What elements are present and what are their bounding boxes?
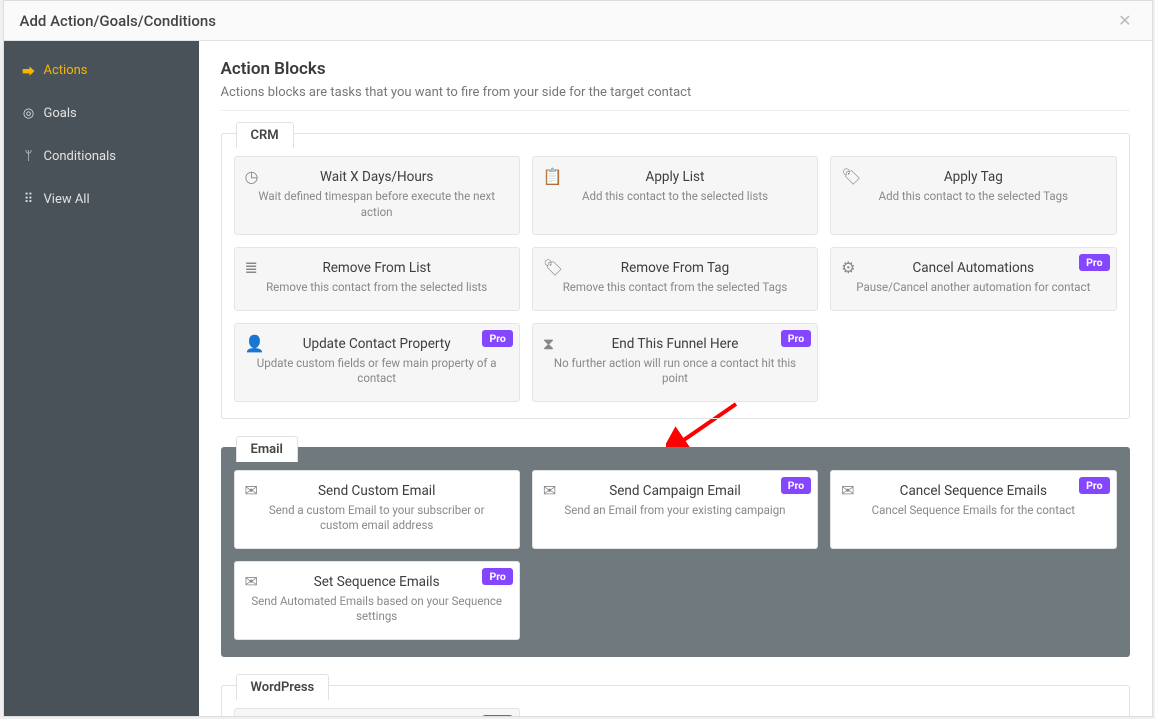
modal-add-action: Add Action/Goals/Conditions ✕ ⮕ Actions ◎ G…: [3, 0, 1153, 717]
card-title: End This Funnel Here: [547, 336, 803, 352]
card-title: Set Sequence Emails: [249, 574, 505, 590]
branch-icon: ᛘ: [22, 150, 36, 164]
group-wordpress: WordPressⓦProCreate WordPress UserCreate…: [221, 685, 1130, 716]
sidebar: ⮕ Actions ◎ Goals ᛘ Conditionals ⠿ View All: [4, 41, 199, 716]
cards-grid: ◷Wait X Days/Hours Wait defined timespan …: [234, 156, 1117, 402]
sidebar-item-label: View All: [44, 192, 90, 207]
card-desc: Pause/Cancel another automation for cont…: [845, 280, 1101, 296]
card-title: Cancel Sequence Emails: [845, 483, 1101, 499]
card-end-this-funnel-here[interactable]: ⧗ ProEnd This Funnel Here No further actio…: [532, 323, 818, 402]
page-subtitle: Actions blocks are tasks that you want t…: [221, 85, 1130, 100]
divider: [221, 110, 1130, 111]
clock-icon: ◷: [245, 167, 263, 185]
sidebar-item-conditionals[interactable]: ᛘ Conditionals: [4, 135, 199, 178]
arrow-in-icon: ⮕: [22, 64, 36, 78]
page-title: Action Blocks: [221, 59, 1130, 79]
pro-badge: Pro: [482, 568, 512, 585]
groups-container: CRM◷Wait X Days/HoursWait defined timesp…: [221, 133, 1130, 716]
sidebar-item-goals[interactable]: ◎ Goals: [4, 92, 199, 135]
card-title: Update Contact Property: [249, 336, 505, 352]
card-title: Apply Tag: [845, 169, 1101, 185]
pro-badge: Pro: [1079, 254, 1109, 271]
card-apply-list[interactable]: 📋Apply List Add this contact to the selec…: [532, 156, 818, 235]
sidebar-item-label: Conditionals: [44, 149, 117, 164]
card-desc: Remove this contact from the selected li…: [249, 280, 505, 296]
close-icon[interactable]: ✕: [1114, 11, 1135, 30]
card-desc: Send an Email from your existing campaig…: [547, 503, 803, 519]
group-email: Email✉Send Custom EmailSend a custom Ema…: [221, 447, 1130, 657]
card-remove-from-tag[interactable]: 🏷Remove From Tag Remove this contact from…: [532, 247, 818, 311]
card-send-campaign-email[interactable]: ✉ ProSend Campaign Email Send an Email fro…: [532, 470, 818, 549]
card-title: Cancel Automations: [845, 260, 1101, 276]
card-wait-x-days-hours[interactable]: ◷Wait X Days/Hours Wait defined timespan …: [234, 156, 520, 235]
card-cancel-sequence-emails[interactable]: ✉ ProCancel Sequence Emails Cancel Sequenc…: [830, 470, 1116, 549]
main-panel: Action Blocks Actions blocks are tasks t…: [199, 41, 1152, 716]
mail-edit-icon: ✉: [245, 572, 263, 590]
mail-edit-icon: ✉: [245, 481, 263, 499]
card-title: Remove From List: [249, 260, 505, 276]
card-remove-from-list[interactable]: ≣Remove From List Remove this contact fro…: [234, 247, 520, 311]
mail-edit-icon: ✉: [841, 481, 859, 499]
card-desc: Send a custom Email to your subscriber o…: [249, 503, 505, 534]
card-title: Send Campaign Email: [547, 483, 803, 499]
modal-title: Add Action/Goals/Conditions: [20, 12, 216, 30]
pro-badge: Pro: [1079, 477, 1109, 494]
sidebar-item-label: Actions: [44, 63, 88, 78]
tag-minus-icon: 🏷: [543, 258, 561, 276]
card-desc: Remove this contact from the selected Ta…: [547, 280, 803, 296]
mail-edit-icon: ✉: [543, 481, 561, 499]
card-cancel-automations[interactable]: ⚙ ProCancel Automations Pause/Cancel anoth…: [830, 247, 1116, 311]
card-title: Apply List: [547, 169, 803, 185]
user-edit-icon: 👤: [245, 334, 263, 352]
card-desc: Wait defined timespan before execute the…: [249, 189, 505, 220]
group-label: WordPress: [236, 674, 330, 700]
card-apply-tag[interactable]: 🏷Apply Tag Add this contact to the select…: [830, 156, 1116, 235]
card-title: Remove From Tag: [547, 260, 803, 276]
group-label: Email: [236, 436, 298, 462]
grid-icon: ⠿: [22, 193, 36, 207]
target-icon: ◎: [22, 107, 36, 121]
pro-badge: Pro: [781, 330, 811, 347]
cards-grid: ⓦProCreate WordPress UserCreate WP User …: [234, 708, 1117, 716]
titlebar: Add Action/Goals/Conditions ✕: [4, 1, 1152, 41]
card-desc: Update custom fields or few main propert…: [249, 356, 505, 387]
card-set-sequence-emails[interactable]: ✉ ProSet Sequence Emails Send Automated Em…: [234, 561, 520, 640]
card-create-wordpress-user[interactable]: ⓦProCreate WordPress UserCreate WP User …: [234, 708, 520, 716]
sidebar-item-view-all[interactable]: ⠿ View All: [4, 178, 199, 221]
card-title: Send Custom Email: [249, 483, 505, 499]
funnel-end-icon: ⧗: [543, 334, 561, 352]
card-desc: No further action will run once a contac…: [547, 356, 803, 387]
pro-badge: Pro: [482, 330, 512, 347]
clipboard-icon: 📋: [543, 167, 561, 185]
card-title: Wait X Days/Hours: [249, 169, 505, 185]
modal-body: ⮕ Actions ◎ Goals ᛘ Conditionals ⠿ View All Act…: [4, 41, 1152, 716]
list-remove-icon: ≣: [245, 258, 263, 276]
pro-badge: Pro: [482, 715, 512, 716]
card-desc: Add this contact to the selected lists: [547, 189, 803, 205]
sidebar-item-label: Goals: [44, 106, 77, 121]
group-crm: CRM◷Wait X Days/HoursWait defined timesp…: [221, 133, 1130, 419]
sidebar-item-actions[interactable]: ⮕ Actions: [4, 49, 199, 92]
card-desc: Add this contact to the selected Tags: [845, 189, 1101, 205]
group-label: CRM: [236, 122, 294, 148]
card-desc: Send Automated Emails based on your Sequ…: [249, 594, 505, 625]
pro-badge: Pro: [781, 477, 811, 494]
card-send-custom-email[interactable]: ✉Send Custom Email Send a custom Email to…: [234, 470, 520, 549]
tag-plus-icon: 🏷: [841, 167, 859, 185]
card-update-contact-property[interactable]: 👤 ProUpdate Contact Property Update custom…: [234, 323, 520, 402]
cards-grid: ✉Send Custom EmailSend a custom Email to…: [234, 470, 1117, 640]
automation-cancel-icon: ⚙: [841, 258, 859, 276]
card-desc: Cancel Sequence Emails for the contact: [845, 503, 1101, 519]
